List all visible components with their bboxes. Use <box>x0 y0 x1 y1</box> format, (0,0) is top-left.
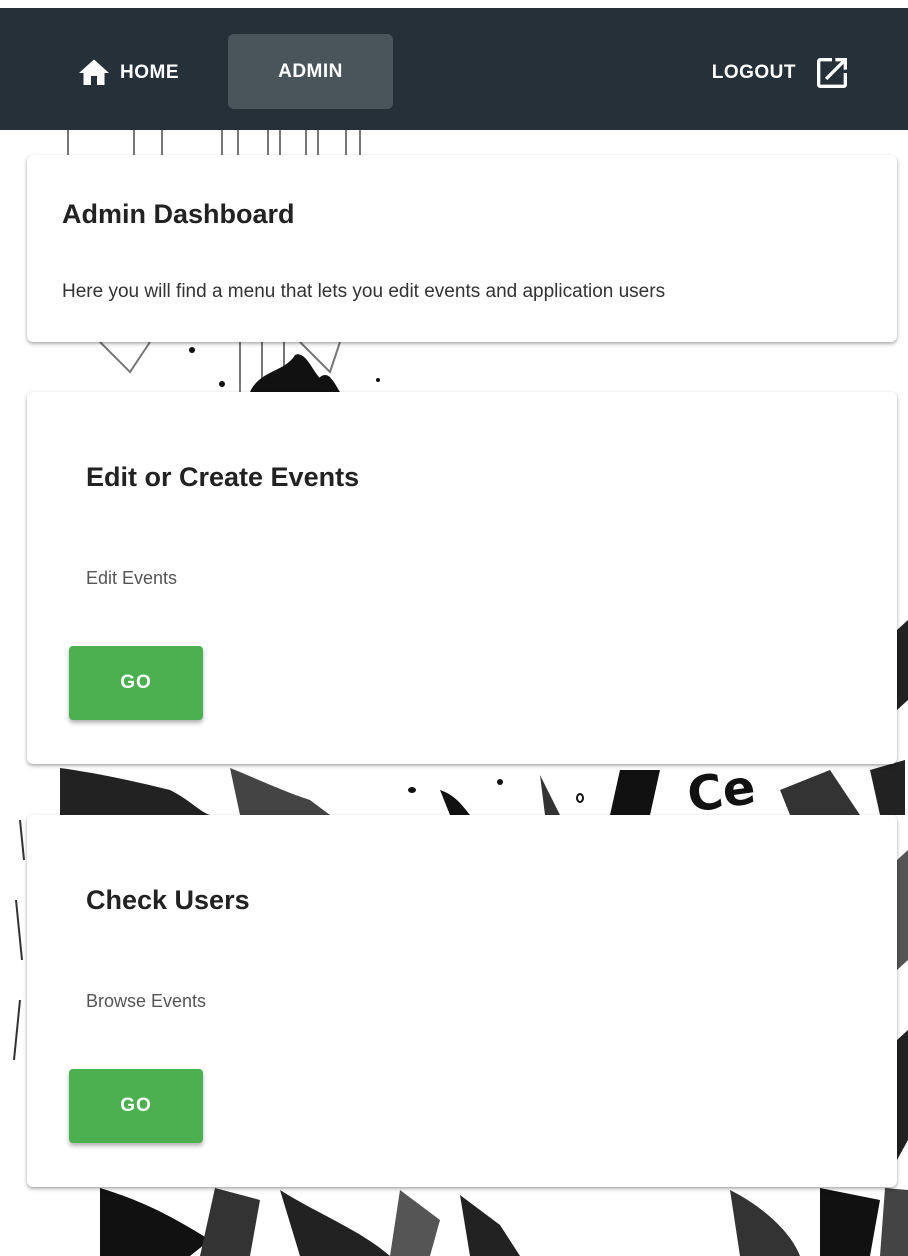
dashboard-header-card: Admin Dashboard Here you will find a men… <box>27 155 897 342</box>
open-in-new-icon <box>817 58 847 88</box>
edit-events-title: Edit or Create Events <box>86 462 360 492</box>
top-navigation-bar: HOME ADMIN LOGOUT <box>0 0 908 130</box>
page: Ce HOME ADMIN LOGOUT Admin Dashboard Her… <box>0 0 908 1256</box>
nav-admin-tab[interactable]: ADMIN <box>228 34 393 109</box>
nav-admin-label: ADMIN <box>278 60 343 82</box>
check-users-card: Check Users Browse Events GO <box>27 815 897 1187</box>
dashboard-description: Here you will find a menu that lets you … <box>62 281 666 302</box>
nav-home-label: HOME <box>120 62 179 83</box>
home-icon <box>79 59 109 85</box>
page-title: Admin Dashboard <box>62 199 295 229</box>
nav-logout-label: LOGOUT <box>711 62 796 83</box>
edit-events-card: Edit or Create Events Edit Events GO <box>27 392 897 764</box>
edit-events-go-button[interactable]: GO <box>69 646 203 720</box>
edit-events-description: Edit Events <box>86 568 178 588</box>
check-users-go-button[interactable]: GO <box>69 1069 203 1143</box>
nav-home-link[interactable]: HOME <box>74 48 179 98</box>
check-users-title: Check Users <box>86 885 250 915</box>
nav-logout-link[interactable]: LOGOUT <box>712 48 852 98</box>
check-users-description: Browse Events <box>86 991 207 1011</box>
